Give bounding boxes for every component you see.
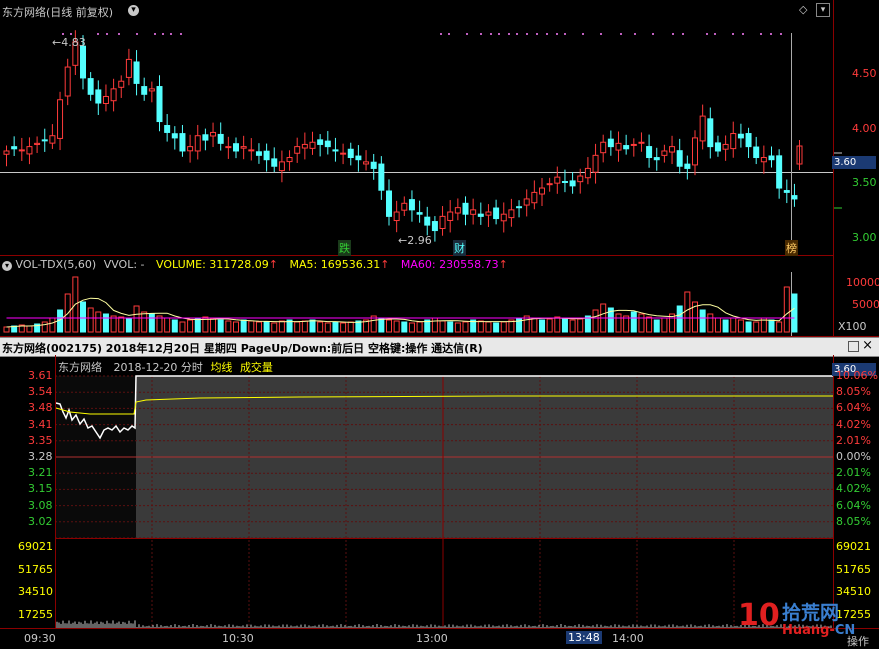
percent-axis-label: 6.04% <box>836 498 871 512</box>
time-cursor-label: 13:48 <box>566 631 602 644</box>
percent-axis-label: 4.02% <box>836 417 871 431</box>
percent-axis-label: 6.04% <box>836 401 871 415</box>
price-axis-label: 3.28 <box>28 450 53 463</box>
price-axis-label: 3.54 <box>28 385 53 399</box>
time-label: 14:00 <box>612 632 644 645</box>
left-volume-axis-label: 34510 <box>18 585 53 598</box>
intraday-header: 东方网络 2018-12-20 分时 均线 成交量 <box>58 359 273 375</box>
price-axis-label: 3.08 <box>28 498 53 512</box>
time-label: 09:30 <box>24 632 56 645</box>
price-axis-label: 3.02 <box>28 514 53 528</box>
time-label: 10:30 <box>222 632 254 645</box>
watermark-url: Huang-CN <box>782 623 855 638</box>
percent-axis-label: 10.06% <box>836 369 878 382</box>
right-volume-axis-label: 34510 <box>836 585 871 598</box>
intraday-date: 2018-12-20 分时 <box>113 361 203 374</box>
operate-button[interactable]: 操作 <box>847 633 869 649</box>
right-volume-axis-label: 51765 <box>836 562 871 576</box>
left-volume-axis-label: 69021 <box>18 540 53 553</box>
percent-axis-label: 2.01% <box>836 433 871 447</box>
intraday-volume-bars <box>56 620 832 628</box>
watermark-site-name: 拾荒网 <box>782 602 840 624</box>
percent-axis-label: 0.00% <box>836 450 871 463</box>
percent-axis-label: 4.02% <box>836 482 871 496</box>
percent-axis-label: 8.05% <box>836 514 871 528</box>
percent-axis-label: 2.01% <box>836 466 871 480</box>
left-volume-axis-label: 17255 <box>18 607 53 621</box>
time-label: 13:00 <box>416 632 448 645</box>
price-axis-label: 3.48 <box>28 401 53 415</box>
intraday-chart[interactable] <box>0 0 879 649</box>
average-line-legend: 均线 <box>210 361 233 374</box>
left-volume-axis-label: 51765 <box>18 562 53 576</box>
price-axis-label: 3.41 <box>28 417 53 431</box>
watermark-number: 10 <box>738 598 780 633</box>
price-axis-label: 3.61 <box>28 369 53 382</box>
watermark-url-text: Huang- <box>782 623 835 638</box>
right-volume-axis-label: 69021 <box>836 540 871 553</box>
volume-legend: 成交量 <box>239 361 273 374</box>
price-axis-label: 3.15 <box>28 482 53 496</box>
stock-name: 东方网络 <box>58 361 102 374</box>
price-axis-label: 3.35 <box>28 433 53 447</box>
percent-axis-label: 8.05% <box>836 385 871 399</box>
price-axis-label: 3.21 <box>28 466 53 480</box>
